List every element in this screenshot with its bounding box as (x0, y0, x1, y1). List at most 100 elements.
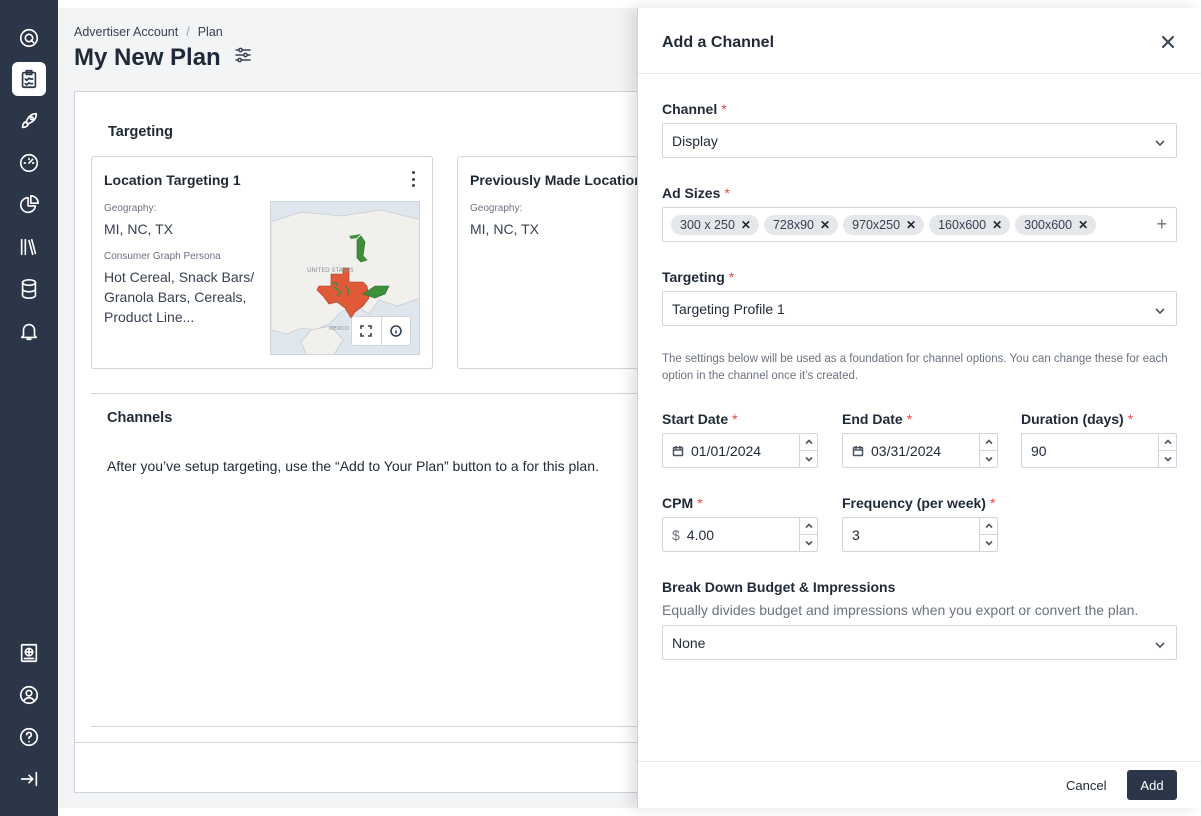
frequency-label: Frequency (per week) * (842, 495, 995, 511)
start-date-label-text: Start Date (662, 411, 729, 427)
bell-icon[interactable] (12, 314, 46, 348)
cpm-input[interactable]: $ 4.00 (662, 517, 818, 552)
library-icon[interactable] (12, 230, 46, 264)
map-controls (351, 316, 411, 346)
app-sidebar (0, 0, 58, 816)
tag-label: 728x90 (772, 217, 814, 232)
decrement-icon[interactable] (980, 450, 997, 467)
page-title: My New Plan (74, 44, 221, 71)
start-date-input[interactable]: 01/01/2024 (662, 433, 818, 468)
chevron-down-icon (1154, 304, 1166, 316)
add-channel-drawer: Add a Channel Channel * Display Ad Sizes *… (637, 8, 1201, 808)
card-title: Previously Made Location (470, 172, 643, 188)
persona-label: Consumer Graph Persona (104, 251, 221, 262)
geography-label: Geography: (470, 203, 523, 214)
cancel-button[interactable]: Cancel (1052, 770, 1120, 800)
increment-icon[interactable] (980, 434, 997, 450)
add-ad-size-icon[interactable]: + (1156, 215, 1167, 233)
decrement-icon[interactable] (800, 450, 817, 467)
duration-input[interactable]: 90 (1021, 433, 1177, 468)
required-mark: * (697, 495, 703, 511)
required-mark: * (906, 411, 913, 427)
cpm-label: CPM * (662, 495, 703, 511)
ad-sizes-label-text: Ad Sizes (662, 185, 721, 201)
end-date-value: 03/31/2024 (871, 442, 942, 459)
rocket-icon[interactable] (12, 104, 46, 138)
expand-map-icon[interactable] (352, 317, 381, 345)
ad-sizes-label: Ad Sizes * (662, 185, 730, 201)
kebab-menu-icon[interactable] (410, 171, 416, 187)
breakdown-select-value: None (672, 634, 706, 651)
brand-logo-icon[interactable] (12, 21, 46, 55)
decrement-icon[interactable] (1159, 450, 1176, 467)
decrement-icon[interactable] (800, 534, 817, 551)
remove-tag-icon[interactable]: ✕ (741, 218, 751, 232)
targeting-section-title: Targeting (108, 124, 173, 140)
settings-sliders-icon[interactable] (233, 44, 253, 72)
remove-tag-icon[interactable]: ✕ (820, 218, 830, 232)
pie-chart-icon[interactable] (12, 188, 46, 222)
channel-select-value: Display (672, 132, 718, 149)
ad-sizes-multiselect[interactable]: 300 x 250 ✕ 728x90 ✕ 970x250 ✕ 160x600 ✕ 300… (662, 207, 1177, 242)
remove-tag-icon[interactable]: ✕ (906, 218, 916, 232)
geography-label: Geography: (104, 203, 157, 214)
help-circle-icon[interactable] (12, 720, 46, 754)
persona-value: Hot Cereal, Snack Bars/ Granola Bars, Ce… (104, 269, 255, 325)
targeting-select-value: Targeting Profile 1 (672, 300, 785, 317)
chevron-down-icon (1154, 136, 1166, 148)
duration-stepper (1158, 434, 1176, 467)
breadcrumb-plan[interactable]: Plan (198, 25, 223, 39)
breadcrumb-separator: / (186, 25, 190, 39)
breakdown-label: Break Down Budget & Impressions (662, 579, 896, 595)
increment-icon[interactable] (800, 434, 817, 450)
calendar-icon (672, 445, 684, 457)
decrement-icon[interactable] (980, 534, 997, 551)
user-circle-icon[interactable] (12, 678, 46, 712)
collapse-arrow-icon[interactable] (12, 762, 46, 796)
remove-tag-icon[interactable]: ✕ (1078, 218, 1088, 232)
tag-label: 300 x 250 (680, 217, 735, 232)
frequency-value: 3 (852, 526, 860, 543)
channels-section-title: Channels (107, 410, 173, 426)
drawer-title: Add a Channel (662, 34, 775, 51)
database-icon[interactable] (12, 272, 46, 306)
info-icon[interactable] (380, 317, 411, 345)
location-targeting-card[interactable]: Location Targeting 1 Geography: MI, NC, … (91, 156, 433, 369)
end-date-label-text: End Date (842, 411, 903, 427)
required-mark: * (1127, 411, 1134, 427)
end-date-input[interactable]: 03/31/2024 (842, 433, 998, 468)
gauge-icon[interactable] (12, 146, 46, 180)
cpm-stepper (799, 518, 817, 551)
targeting-label-text: Targeting (662, 269, 725, 285)
map-label-united-states: UNITED STATES (307, 267, 354, 274)
required-mark: * (732, 411, 738, 427)
breadcrumb-advertiser-account[interactable]: Advertiser Account (74, 25, 178, 39)
increment-icon[interactable] (800, 518, 817, 534)
breadcrumb: Advertiser Account / Plan (74, 25, 223, 39)
close-icon[interactable] (1160, 34, 1176, 50)
calendar-icon (852, 445, 864, 457)
add-button[interactable]: Add (1127, 770, 1177, 800)
targeting-select[interactable]: Targeting Profile 1 (662, 291, 1177, 326)
geography-value: MI, NC, TX (470, 221, 539, 237)
geography-map[interactable]: UNITED STATES MEXICO (270, 201, 420, 355)
end-date-label: End Date * (842, 411, 912, 427)
increment-icon[interactable] (980, 518, 997, 534)
tag-label: 970x250 (852, 217, 901, 232)
cpm-label-text: CPM (662, 495, 694, 511)
breakdown-select[interactable]: None (662, 625, 1177, 660)
ad-size-tag: 300x600 ✕ (1015, 214, 1097, 235)
card-title: Location Targeting 1 (104, 172, 241, 188)
channel-label-text: Channel (662, 101, 718, 117)
plans-clipboard-icon[interactable] (12, 62, 46, 96)
page-title-row: My New Plan (74, 44, 253, 72)
globe-book-icon[interactable] (12, 636, 46, 670)
frequency-input[interactable]: 3 (842, 517, 998, 552)
increment-icon[interactable] (1159, 434, 1176, 450)
drawer-footer: Cancel Add (638, 761, 1201, 808)
remove-tag-icon[interactable]: ✕ (992, 218, 1002, 232)
channel-select[interactable]: Display (662, 123, 1177, 158)
required-mark: * (989, 495, 996, 511)
ad-size-tag: 728x90 ✕ (763, 214, 839, 235)
ad-size-tag: 300 x 250 ✕ (671, 214, 759, 235)
